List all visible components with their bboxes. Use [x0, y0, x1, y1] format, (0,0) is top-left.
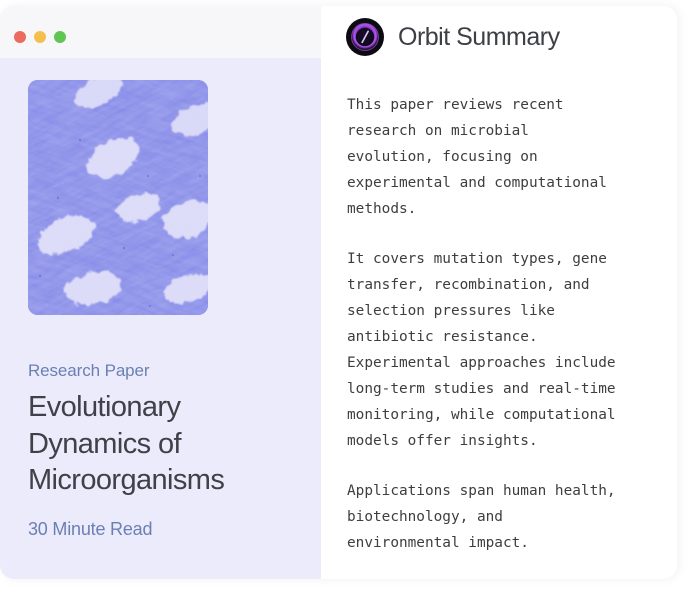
summary-text: This paper reviews recent research on mi…: [347, 92, 667, 556]
microscopy-image-icon: [28, 80, 208, 315]
app-window: Research Paper Evolutionary Dynamics of …: [0, 6, 677, 579]
paper-title: Evolutionary Dynamics of Microorganisms: [28, 391, 225, 497]
minimize-button[interactable]: [34, 31, 46, 43]
window-controls: [14, 31, 66, 43]
summary-paragraph: It covers mutation types, gene transfer,…: [347, 251, 616, 449]
paper-read-time: 30 Minute Read: [28, 518, 153, 539]
summary-panel: Orbit Summary This paper reviews recent …: [321, 6, 677, 579]
close-button[interactable]: [14, 31, 26, 43]
paper-preview-content: Research Paper Evolutionary Dynamics of …: [0, 58, 321, 579]
summary-paragraph: Applications span human health, biotechn…: [347, 483, 616, 551]
orbit-logo-icon: [346, 18, 384, 56]
summary-paragraph: This paper reviews recent research on mi…: [347, 97, 607, 217]
paper-thumbnail-image[interactable]: [28, 80, 208, 315]
paper-category-label: Research Paper: [28, 361, 150, 380]
app-brand: Orbit Summary: [346, 18, 560, 56]
window-title-bar: [0, 6, 321, 58]
paper-preview-panel: Research Paper Evolutionary Dynamics of …: [0, 6, 321, 579]
maximize-button[interactable]: [54, 31, 66, 43]
app-title: Orbit Summary: [398, 22, 560, 51]
